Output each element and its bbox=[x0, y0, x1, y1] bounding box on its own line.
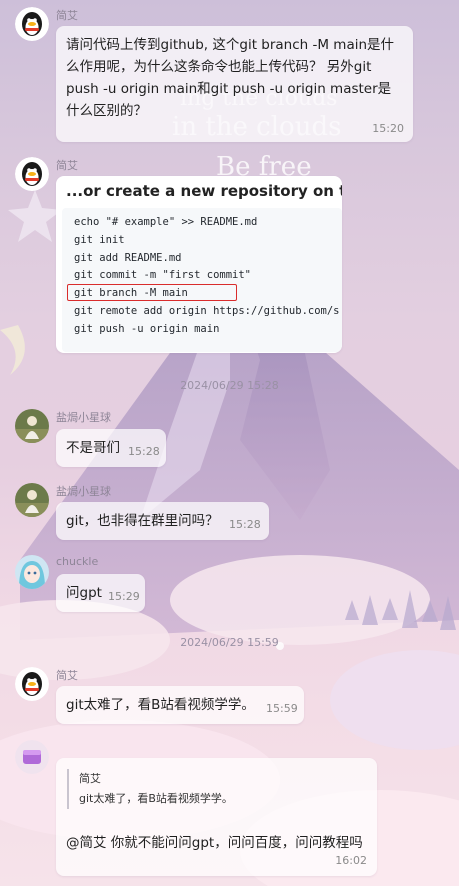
avatar-user[interactable] bbox=[15, 409, 49, 443]
message-text: 不是哥们 bbox=[66, 440, 120, 456]
sender-name: 盐焗小星球 bbox=[56, 485, 111, 498]
avatar-user[interactable] bbox=[15, 740, 49, 774]
chat-message-list[interactable]: 简艾 请问代码上传到github, 这个git branch -M main是什… bbox=[0, 0, 459, 886]
sender-name: 简艾 bbox=[56, 159, 78, 172]
avatar-penguin[interactable] bbox=[15, 667, 49, 701]
image-message[interactable]: ...or create a new repository on the com… bbox=[56, 176, 342, 353]
message-text: 问gpt bbox=[66, 585, 102, 601]
date-separator: 2024/06/29 15:59 bbox=[180, 636, 279, 649]
code-line: git commit -m "first commit" bbox=[74, 269, 252, 282]
penguin-icon bbox=[15, 7, 49, 41]
code-line: git remote add origin https://github.com… bbox=[74, 304, 340, 317]
code-line: echo "# example" >> README.md bbox=[74, 216, 258, 228]
message-bubble[interactable]: 问gpt 15:29 bbox=[56, 574, 145, 612]
message-bubble[interactable]: 请问代码上传到github, 这个git branch -M main是什么作用… bbox=[56, 26, 413, 142]
sender-name: 盐焗小星球 bbox=[56, 411, 111, 424]
avatar-user[interactable] bbox=[15, 483, 49, 517]
avatar-penguin[interactable] bbox=[15, 7, 49, 41]
message-time: 15:29 bbox=[108, 590, 140, 603]
message-time: 15:28 bbox=[128, 445, 160, 458]
sender-name: 简艾 bbox=[56, 9, 78, 22]
highlight-box bbox=[67, 284, 237, 301]
code-line: git add README.md bbox=[74, 251, 182, 264]
message-text: 请问代码上传到github, 这个git branch -M main是什么作用… bbox=[66, 37, 395, 119]
message-text: git太难了，看B站看视频学学。 bbox=[66, 697, 255, 713]
message-time: 15:59 bbox=[266, 702, 298, 715]
anime-avatar-icon bbox=[15, 555, 49, 589]
message-bubble[interactable]: git，也非得在群里问吗？ 15:28 bbox=[56, 502, 269, 540]
message-text: @简艾 你就不能问问gpt，问问百度，问问教程吗 bbox=[66, 835, 363, 851]
quoted-message[interactable]: 简艾 git太难了，看B站看视频学学。 bbox=[67, 769, 369, 809]
screenshot-title: ...or create a new repository on the com… bbox=[66, 182, 342, 200]
quoted-author: 简艾 bbox=[79, 772, 101, 785]
message-bubble[interactable]: git太难了，看B站看视频学学。 15:59 bbox=[56, 686, 304, 724]
avatar-penguin[interactable] bbox=[15, 157, 49, 191]
code-line: git push -u origin main bbox=[74, 322, 220, 335]
message-bubble[interactable]: 不是哥们 15:28 bbox=[56, 429, 166, 467]
sender-name: 简艾 bbox=[56, 669, 78, 682]
user-photo-icon bbox=[15, 483, 49, 517]
quoted-text: git太难了，看B站看视频学学。 bbox=[79, 792, 233, 805]
code-line: git init bbox=[74, 233, 125, 246]
penguin-icon bbox=[15, 157, 49, 191]
message-time: 15:28 bbox=[229, 518, 261, 531]
sender-name: chuckle bbox=[56, 555, 99, 568]
code-block: echo "# example" >> README.md git init g… bbox=[62, 208, 342, 352]
reply-message-bubble[interactable]: 简艾 git太难了，看B站看视频学学。 @简艾 你就不能问问gpt，问问百度，问… bbox=[56, 758, 377, 876]
date-separator: 2024/06/29 15:28 bbox=[180, 379, 279, 392]
user-avatar-icon bbox=[15, 740, 49, 774]
message-time: 16:02 bbox=[335, 854, 367, 867]
message-time: 15:20 bbox=[372, 122, 404, 135]
avatar-user[interactable] bbox=[15, 555, 49, 589]
message-text: git，也非得在群里问吗？ bbox=[66, 513, 219, 529]
user-photo-icon bbox=[15, 409, 49, 443]
penguin-icon bbox=[15, 667, 49, 701]
